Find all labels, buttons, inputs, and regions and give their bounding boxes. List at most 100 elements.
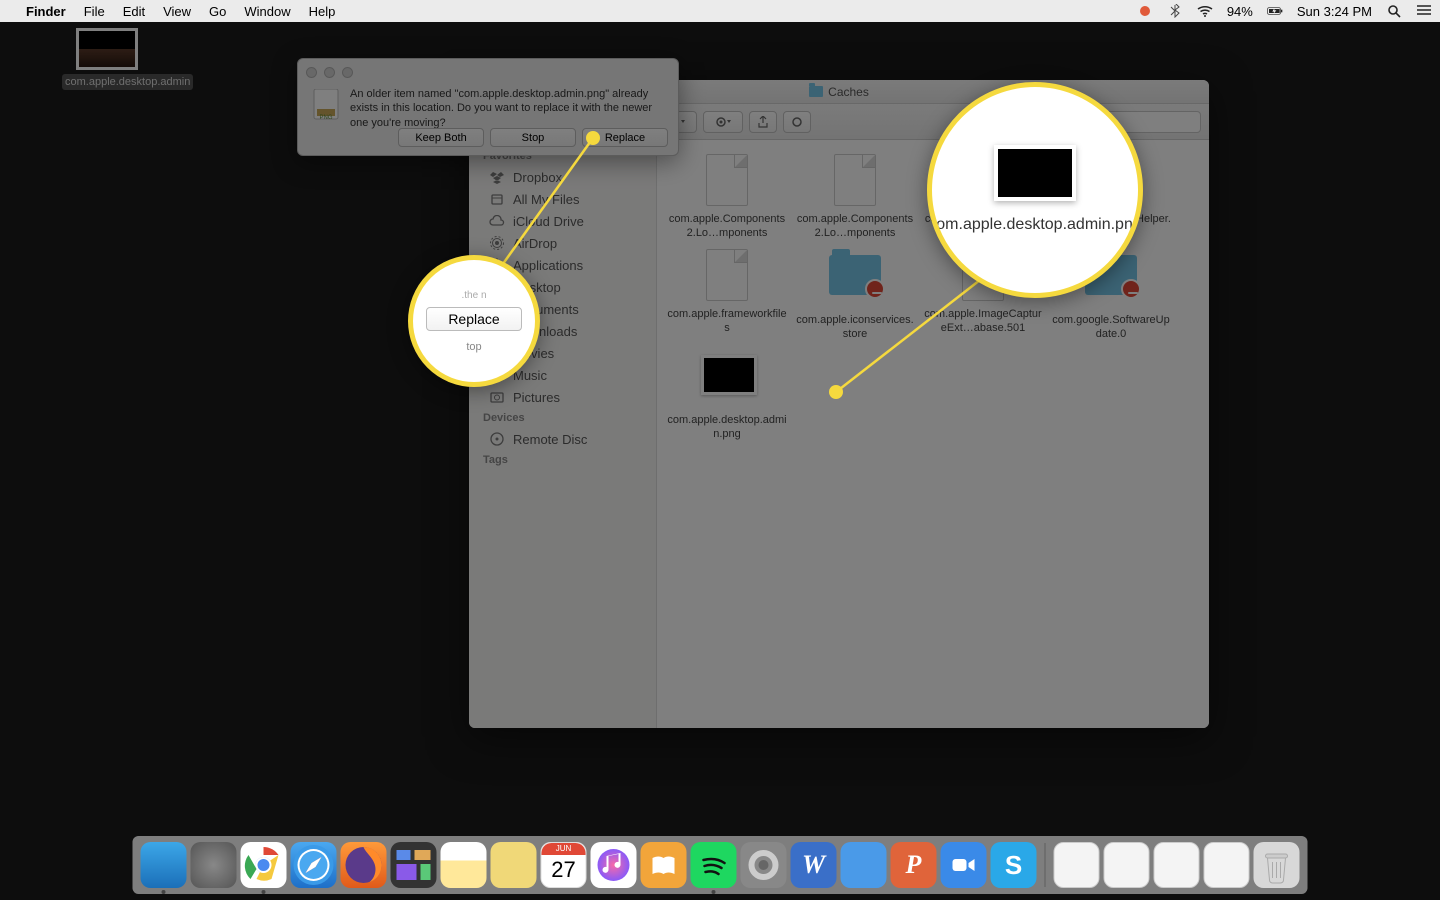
sidebar-icon [489,431,505,447]
dock-ibooks[interactable] [641,842,687,888]
action-button[interactable] [703,111,743,133]
dock-skype[interactable]: S [991,842,1037,888]
dock-system-preferences[interactable] [741,842,787,888]
sidebar-icon [489,191,505,207]
dock-zoom[interactable] [941,842,987,888]
callout-replace: .the n Replace top [408,255,540,387]
file-name: com.apple.Components2.Lo…mponents [791,212,919,241]
dock-chrome[interactable] [241,842,287,888]
file-item[interactable]: com.apple.desktop.admin.png [663,349,791,442]
file-item[interactable]: com.apple.iconservices.store [791,249,919,342]
menu-go[interactable]: Go [209,4,226,19]
callout-hint: top [466,341,481,353]
menu-file[interactable]: File [84,4,105,19]
dock-finder[interactable] [141,842,187,888]
share-button[interactable] [749,111,777,133]
bluetooth-icon[interactable] [1167,3,1183,19]
dock-firefox[interactable] [341,842,387,888]
dock-separator [1045,843,1046,887]
svg-text:PNG: PNG [319,115,332,121]
sidebar-item-label: Dropbox [513,170,562,185]
callout-dot [829,385,843,399]
callout-file: com.apple.desktop.admin.png [927,82,1143,298]
file-name: com.google.SoftwareUpdate.0 [1047,313,1175,342]
dock-notes[interactable] [441,842,487,888]
stop-button[interactable]: Stop [490,128,576,147]
dock-word[interactable]: W [791,842,837,888]
desktop-file-icon[interactable]: com.apple.desktop.admin [62,28,152,90]
dock-launchpad[interactable] [191,842,237,888]
dock-calendar[interactable]: JUN27 [541,842,587,888]
app-name[interactable]: Finder [26,4,66,19]
sidebar-item-label: Remote Disc [513,432,587,447]
menu-edit[interactable]: Edit [123,4,145,19]
dock-keynote[interactable] [841,842,887,888]
dock-itunes[interactable] [591,842,637,888]
dock: JUN27 W P S [133,836,1308,894]
battery-percent[interactable]: 94% [1227,4,1253,19]
status-icon[interactable] [1137,3,1153,19]
menu-window[interactable]: Window [244,4,290,19]
dock-powerpoint[interactable]: P [891,842,937,888]
dock-spotify[interactable] [691,842,737,888]
replace-dialog: PNG An older item named "com.apple.deskt… [297,58,679,156]
sidebar-item-airdrop[interactable]: AirDrop [469,232,656,254]
finder-sidebar: Favorites DropboxAll My FilesiCloud Driv… [469,140,657,728]
window-title: Caches [828,85,869,99]
file-name: com.apple.Components2.Lo…mponents [663,212,791,241]
clock[interactable]: Sun 3:24 PM [1297,4,1372,19]
sidebar-icon [489,213,505,229]
dock-minimized-4[interactable] [1204,842,1250,888]
sidebar-item-label: Applications [513,258,583,273]
file-icon [701,154,753,206]
dock-minimized-2[interactable] [1104,842,1150,888]
file-item[interactable]: com.apple.Components2.Lo…mponents [791,154,919,241]
svg-text:S: S [1005,850,1022,880]
sidebar-icon [489,389,505,405]
dock-mission-control[interactable] [391,842,437,888]
wifi-icon[interactable] [1197,3,1213,19]
file-name: com.apple.desktop.admin.png [663,413,791,442]
battery-icon[interactable] [1267,3,1283,19]
sidebar-item-label: AirDrop [513,236,557,251]
file-icon [829,154,881,206]
dock-trash[interactable] [1254,842,1300,888]
folder-icon [809,86,823,97]
sidebar-item-label: iCloud Drive [513,214,584,229]
sidebar-item-label: All My Files [513,192,579,207]
sidebar-item-remote-disc[interactable]: Remote Disc [469,428,656,450]
tags-button[interactable] [783,111,811,133]
dock-minimized-3[interactable] [1154,842,1200,888]
callout-dot [586,131,600,145]
file-name: com.apple.ImageCaptureExt…abase.501 [919,307,1047,336]
sidebar-icon [489,169,505,185]
keep-both-button[interactable]: Keep Both [398,128,484,147]
file-name: com.apple.frameworkfiles [663,307,791,336]
dock-minimized-1[interactable] [1054,842,1100,888]
dialog-message: An older item named "com.apple.desktop.a… [350,87,666,130]
spotlight-icon[interactable] [1386,3,1402,19]
callout-filename: com.apple.desktop.admin.png [928,215,1141,236]
notifications-icon[interactable] [1416,3,1432,19]
file-item[interactable]: com.apple.Components2.Lo…mponents [663,154,791,241]
sidebar-item-pictures[interactable]: Pictures [469,386,656,408]
desktop-file-label: com.apple.desktop.admin [62,74,193,90]
traffic-lights [306,67,353,78]
callout-replace-button: Replace [426,307,522,331]
dock-stickies[interactable] [491,842,537,888]
file-icon: PNG [312,89,340,121]
file-name: com.apple.iconservices.store [791,313,919,342]
sidebar-item-label: Pictures [513,390,560,405]
sidebar-section-devices: Devices [469,408,656,428]
sidebar-item-icloud-drive[interactable]: iCloud Drive [469,210,656,232]
image-thumbnail-icon [76,28,138,70]
sidebar-item-all-my-files[interactable]: All My Files [469,188,656,210]
file-icon [701,355,753,407]
menu-help[interactable]: Help [309,4,336,19]
file-item[interactable]: com.apple.frameworkfiles [663,249,791,342]
menu-view[interactable]: View [163,4,191,19]
dock-safari[interactable] [291,842,337,888]
file-icon [829,255,881,307]
sidebar-section-tags: Tags [469,450,656,470]
sidebar-item-dropbox[interactable]: Dropbox [469,166,656,188]
